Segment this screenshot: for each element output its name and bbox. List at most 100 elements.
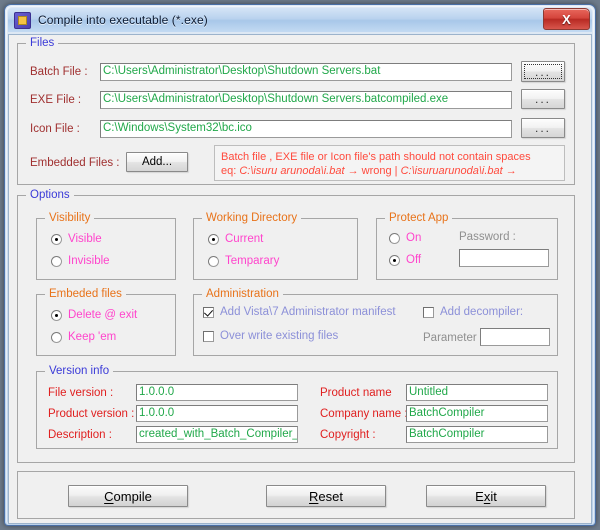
version-info-legend: Version info — [45, 365, 114, 377]
radio-temparary-label: Temparary — [225, 255, 280, 267]
administration-group: Administration Add Vista\7 Administrator… — [193, 288, 558, 356]
product-version-label: Product version : — [48, 408, 135, 420]
product-version-input[interactable]: 1.0.0.0 — [136, 405, 298, 422]
copyright-input[interactable]: BatchCompiler — [406, 426, 548, 443]
radio-invisible[interactable]: Invisible — [51, 255, 110, 268]
batch-compiler-icon — [14, 11, 31, 29]
radio-visible[interactable]: Visible — [51, 233, 102, 246]
visibility-legend: Visibility — [45, 212, 95, 224]
reset-button-label: Reset — [309, 489, 343, 504]
close-button[interactable]: X — [543, 8, 590, 30]
radio-keep-em-indicator — [51, 332, 62, 343]
browse-exe-file-button[interactable]: ... — [521, 89, 565, 109]
radio-protect-off-indicator — [389, 255, 400, 266]
ellipsis-icon: ... — [534, 92, 551, 106]
checkbox-add-decompiler[interactable]: Add decompiler: — [423, 306, 523, 319]
compile-accel: C — [104, 488, 114, 504]
reset-button[interactable]: Reset — [266, 485, 386, 507]
checkbox-overwrite-files-indicator — [203, 331, 214, 342]
batch-file-label: Batch File : — [30, 66, 88, 78]
reset-rest: eset — [318, 488, 343, 504]
company-name-input[interactable]: BatchCompiler — [406, 405, 548, 422]
warning-suffix: → — [502, 165, 517, 177]
checkbox-add-decompiler-indicator — [423, 307, 434, 318]
icon-file-input[interactable]: C:\Windows\System32\bc.ico — [100, 120, 512, 138]
warning-line-1: Batch file , EXE file or Icon file's pat… — [221, 151, 531, 163]
browse-batch-file-button[interactable]: ... — [521, 61, 565, 82]
checkbox-admin-manifest[interactable]: Add Vista\7 Administrator manifest — [203, 306, 396, 319]
files-group: Files Batch File : C:\Users\Administrato… — [17, 37, 575, 185]
compile-button[interactable]: Compile — [68, 485, 188, 507]
radio-keep-em-label: Keep 'em — [68, 331, 117, 343]
compile-rest: ompile — [113, 488, 152, 504]
company-name-label: Company name : — [320, 408, 408, 420]
password-label: Password : — [459, 231, 516, 243]
radio-temparary[interactable]: Temparary — [208, 255, 279, 268]
working-directory-legend: Working Directory — [202, 212, 302, 224]
checkbox-add-decompiler-label: Add decompiler: — [440, 306, 524, 318]
radio-visible-indicator — [51, 234, 62, 245]
protect-app-group: Protect App On Off Password : — [376, 212, 558, 280]
radio-current-label: Current — [225, 233, 264, 245]
checkbox-admin-manifest-label: Add Vista\7 Administrator manifest — [220, 306, 396, 318]
radio-current[interactable]: Current — [208, 233, 263, 246]
radio-delete-at-exit-label: Delete @ exit — [68, 309, 138, 321]
exe-file-label: EXE File : — [30, 94, 82, 106]
warning-path-wrong: C:\isuru arunoda\i.bat — [239, 165, 345, 177]
radio-protect-on-indicator — [389, 233, 400, 244]
radio-visible-label: Visible — [68, 233, 102, 245]
icon-file-label: Icon File : — [30, 123, 80, 135]
action-bar-group: Compile Reset Exit — [17, 471, 575, 519]
radio-protect-on[interactable]: On — [389, 232, 421, 245]
compile-button-label: Compile — [104, 489, 152, 504]
ellipsis-icon: ... — [534, 121, 551, 135]
reset-accel: R — [309, 488, 319, 504]
add-button-label: Add... — [141, 156, 173, 168]
radio-protect-off[interactable]: Off — [389, 254, 421, 267]
parameter-input[interactable] — [480, 328, 550, 346]
administration-legend: Administration — [202, 288, 283, 300]
file-version-input[interactable]: 1.0.0.0 — [136, 384, 298, 401]
checkbox-overwrite-files-label: Over write existing files — [220, 330, 339, 342]
exit-rest: it — [490, 488, 497, 504]
path-warning-box: Batch file , EXE file or Icon file's pat… — [214, 145, 565, 181]
radio-invisible-indicator — [51, 256, 62, 267]
radio-protect-off-label: Off — [406, 254, 422, 266]
add-embedded-file-button[interactable]: Add... — [126, 152, 188, 172]
radio-delete-at-exit[interactable]: Delete @ exit — [51, 309, 137, 322]
close-icon: X — [562, 11, 571, 27]
dialog-client-area: Files Batch File : C:\Users\Administrato… — [8, 34, 592, 524]
options-group: Options Visibility Visible Invisible Wor… — [17, 189, 575, 463]
parameter-label: Parameter : — [423, 332, 484, 344]
exit-pre: E — [475, 488, 484, 504]
radio-temparary-indicator — [208, 256, 219, 267]
files-group-legend: Files — [26, 37, 59, 49]
working-directory-group: Working Directory Current Temparary — [193, 212, 358, 280]
warning-prefix: eq: — [221, 165, 240, 177]
radio-invisible-label: Invisible — [68, 255, 110, 267]
ellipsis-icon: ... — [534, 64, 551, 79]
description-label: Description : — [48, 429, 112, 441]
exit-button-label: Exit — [475, 489, 497, 504]
warning-line-2: eq: C:\isuru arunoda\i.bat → wrong | C:\… — [221, 164, 558, 178]
embeded-files-group: Embeded files Delete @ exit Keep 'em — [36, 288, 176, 356]
embeded-files-legend: Embeded files — [45, 288, 126, 300]
description-input[interactable]: created_with_Batch_Compiler_0.6 — [136, 426, 298, 443]
radio-keep-em[interactable]: Keep 'em — [51, 331, 116, 344]
password-input[interactable] — [459, 249, 549, 267]
warning-middle: → wrong | — [344, 165, 401, 177]
exit-button[interactable]: Exit — [426, 485, 546, 507]
exe-file-input[interactable]: C:\Users\Administrator\Desktop\Shutdown … — [100, 91, 512, 109]
batch-file-input[interactable]: C:\Users\Administrator\Desktop\Shutdown … — [100, 63, 512, 81]
warning-path-right: C:\isuruarunoda\i.bat — [400, 165, 503, 177]
checkbox-overwrite-files[interactable]: Over write existing files — [203, 330, 338, 343]
version-info-group: Version info File version : 1.0.0.0 Prod… — [36, 365, 558, 449]
copyright-label: Copyright : — [320, 429, 376, 441]
radio-protect-on-label: On — [406, 232, 422, 244]
browse-icon-file-button[interactable]: ... — [521, 118, 565, 138]
options-group-legend: Options — [26, 189, 74, 201]
checkbox-admin-manifest-indicator — [203, 307, 214, 318]
radio-current-indicator — [208, 234, 219, 245]
visibility-group: Visibility Visible Invisible — [36, 212, 176, 280]
product-name-input[interactable]: Untitled — [406, 384, 548, 401]
